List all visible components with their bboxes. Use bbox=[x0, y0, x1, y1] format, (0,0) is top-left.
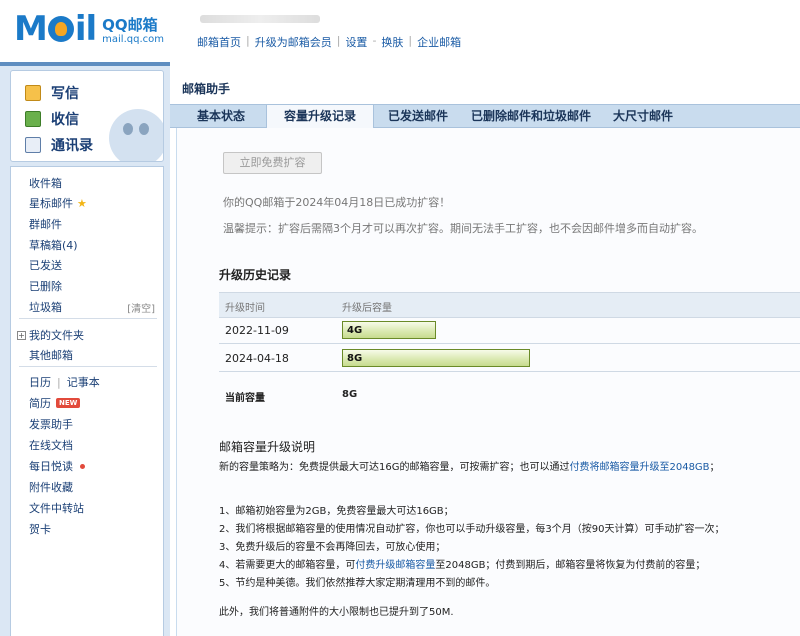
app-calendar[interactable]: 日历 bbox=[29, 374, 51, 390]
rule-item: 3、免费升级后的容量不会再降回去，可放心使用； bbox=[219, 542, 446, 553]
folder-spam[interactable]: 垃圾箱 bbox=[29, 299, 62, 315]
rule-item: 2、我们将根据邮箱容量的使用情况自动扩容，你也可以手动升级容量，每3个月（按90… bbox=[219, 524, 725, 535]
logo-url-text: mail.qq.com bbox=[102, 34, 164, 45]
app-notepad[interactable]: 记事本 bbox=[67, 374, 100, 390]
compose-button[interactable]: 写信 bbox=[25, 83, 79, 103]
app-invoice[interactable]: 发票助手 bbox=[29, 416, 73, 432]
divider bbox=[19, 318, 157, 319]
app-online-docs[interactable]: 在线文档 bbox=[29, 437, 73, 453]
attachment-limit-note: 此外，我们将普通附件的大小限制也已提升到了50M. bbox=[219, 607, 454, 618]
new-badge: NEW bbox=[56, 398, 81, 408]
main-header: 邮箱助手 bbox=[170, 66, 800, 104]
app-cards[interactable]: 贺卡 bbox=[29, 521, 51, 537]
col-capacity: 升级后容量 bbox=[342, 303, 392, 314]
app-file-transfer[interactable]: 文件中转站 bbox=[29, 500, 84, 516]
logo-mark: Mil bbox=[14, 9, 97, 49]
folder-starred[interactable]: 星标邮件 ★ bbox=[29, 195, 87, 211]
expand-plus-icon[interactable]: + bbox=[17, 330, 26, 340]
rule-item: 1、邮箱初始容量为2GB，免费容量最大可达16GB； bbox=[219, 506, 454, 517]
row-date: 2022-11-09 bbox=[225, 324, 289, 337]
tab-bar: 基本状态 容量升级记录 已发送邮件 已删除邮件和垃圾邮件 大尺寸邮件 bbox=[170, 104, 800, 129]
logo-qq-text: QQ邮箱 bbox=[102, 16, 158, 34]
folder-inbox[interactable]: 收件箱 bbox=[29, 175, 62, 191]
inbox-icon bbox=[25, 111, 41, 127]
table-row: 2024-04-18 8G bbox=[219, 346, 800, 372]
folder-deleted[interactable]: 已删除 bbox=[29, 278, 62, 294]
tab-deleted-spam[interactable]: 已删除邮件和垃圾邮件 bbox=[462, 105, 600, 128]
history-title: 升级历史记录 bbox=[219, 268, 292, 282]
tab-basic-status[interactable]: 基本状态 bbox=[180, 105, 262, 128]
history-table-header: 升级时间 升级后容量 bbox=[219, 292, 800, 318]
left-sidebar: 写信 收信 通讯录 收件箱 星标邮件 ★ 群邮件 草稿箱(4) 已发送 已删除 垃… bbox=[0, 62, 170, 636]
tab-capacity-upgrade[interactable]: 容量升级记录 bbox=[266, 104, 374, 129]
capacity-bar-label: 8G bbox=[347, 353, 363, 364]
penguin-mascot-icon bbox=[109, 109, 163, 161]
top-nav: 邮箱首页 | 升级为邮箱会员 | 设置 - 换肤 | 企业邮箱 bbox=[197, 34, 462, 50]
compose-panel: 写信 收信 通讯录 bbox=[10, 70, 164, 162]
rule-item: 5、节约是种美德。我们依然推荐大家定期清理用不到的邮件。 bbox=[219, 578, 496, 589]
app-calendar-notepad: 日历 | 记事本 bbox=[29, 374, 100, 390]
nav-settings[interactable]: 设置 bbox=[345, 34, 367, 50]
rule-item: 4、若需要更大的邮箱容量，可付费升级邮箱容量至2048GB；付费到期后，邮箱容量… bbox=[219, 560, 706, 571]
tab-large-mail[interactable]: 大尺寸邮件 bbox=[604, 105, 682, 128]
expand-tip-message: 温馨提示：扩容后需隔3个月才可以再次扩容。期间无法手工扩容，也不会因邮件增多而自… bbox=[223, 222, 703, 235]
app-attachments[interactable]: 附件收藏 bbox=[29, 479, 73, 495]
row-date: 2024-04-18 bbox=[225, 352, 289, 365]
star-icon: ★ bbox=[77, 196, 87, 210]
nav-upgrade-member[interactable]: 升级为邮箱会员 bbox=[255, 34, 332, 50]
upgrade-policy-line: 新的容量策略为：免费提供最大可达16G的邮箱容量，可按需扩容；也可以通过付费将邮… bbox=[219, 462, 720, 473]
tab-sent-mail[interactable]: 已发送邮件 bbox=[378, 105, 458, 128]
top-header: Mil QQ邮箱 mail.qq.com 邮箱首页 | 升级为邮箱会员 | 设置… bbox=[0, 0, 800, 62]
upgrade-description-title: 邮箱容量升级说明 bbox=[219, 440, 316, 454]
app-daily-reading[interactable]: 每日悦读 bbox=[29, 458, 85, 474]
capacity-bar: 8G bbox=[342, 349, 530, 367]
main-content: 立即免费扩容 你的QQ邮箱于2024年04月18日已成功扩容！ 温馨提示：扩容后… bbox=[176, 128, 800, 636]
current-capacity-value: 8G bbox=[342, 389, 358, 400]
current-capacity-label: 当前容量 bbox=[225, 393, 265, 404]
nav-mail-home[interactable]: 邮箱首页 bbox=[197, 34, 241, 50]
page-title: 邮箱助手 bbox=[182, 82, 231, 96]
nav-skin[interactable]: 换肤 bbox=[381, 34, 403, 50]
divider bbox=[19, 366, 157, 367]
app-resume[interactable]: 简历 NEW bbox=[29, 395, 81, 411]
folder-other-mailboxes[interactable]: 其他邮箱 bbox=[29, 347, 73, 363]
paid-capacity-link[interactable]: 付费升级邮箱容量 bbox=[355, 560, 435, 571]
current-capacity-row: 当前容量 8G bbox=[219, 384, 800, 404]
receive-button[interactable]: 收信 bbox=[25, 109, 79, 129]
capacity-bar-label: 4G bbox=[347, 325, 363, 336]
user-email-blurred bbox=[200, 15, 320, 23]
logo-mascot-icon bbox=[47, 16, 74, 42]
capacity-bar: 4G bbox=[342, 321, 436, 339]
folder-drafts[interactable]: 草稿箱(4) bbox=[29, 237, 78, 253]
folder-sent[interactable]: 已发送 bbox=[29, 257, 62, 273]
contacts-button[interactable]: 通讯录 bbox=[25, 135, 93, 155]
unread-dot-icon bbox=[80, 463, 85, 469]
qq-mail-logo[interactable]: Mil QQ邮箱 mail.qq.com bbox=[14, 12, 164, 46]
folder-list: 收件箱 星标邮件 ★ 群邮件 草稿箱(4) 已发送 已删除 垃圾箱 [清空] + 我… bbox=[10, 166, 164, 636]
free-expand-button[interactable]: 立即免费扩容 bbox=[223, 152, 322, 174]
write-icon bbox=[25, 85, 41, 101]
paid-upgrade-link[interactable]: 付费将邮箱容量升级至2048GB bbox=[569, 462, 709, 473]
table-row: 2022-11-09 4G bbox=[219, 318, 800, 344]
col-upgrade-time: 升级时间 bbox=[225, 303, 265, 314]
nav-enterprise-mail[interactable]: 企业邮箱 bbox=[417, 34, 461, 50]
contacts-icon bbox=[25, 137, 41, 153]
spam-clear-link[interactable]: [清空] bbox=[127, 300, 155, 315]
folder-group[interactable]: 群邮件 bbox=[29, 216, 62, 232]
expand-success-message: 你的QQ邮箱于2024年04月18日已成功扩容！ bbox=[223, 196, 451, 209]
folder-my-folders[interactable]: + 我的文件夹 bbox=[17, 327, 84, 343]
